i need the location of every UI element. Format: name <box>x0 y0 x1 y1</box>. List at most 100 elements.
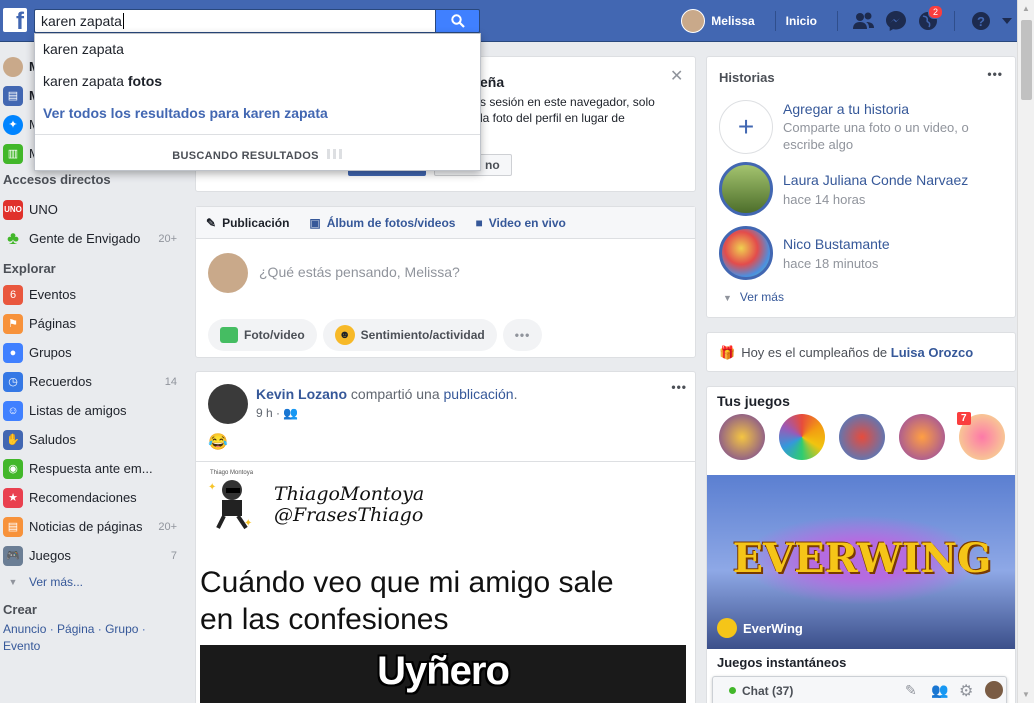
add-story-text: Agregar a tu historia Comparte una foto … <box>783 101 988 153</box>
game-icon[interactable] <box>899 414 945 460</box>
notice-body: s sesión en este navegador, solo la foto… <box>480 94 655 126</box>
story-time: hace 18 minutos <box>783 255 879 271</box>
sidebar-item-poke[interactable]: ✋ Saludos <box>0 425 185 454</box>
shortcut-uno[interactable]: UNO UNO <box>0 195 185 224</box>
sidebar-item-label: Respuesta ante em... <box>29 461 153 476</box>
composer-input[interactable]: ¿Qué estás pensando, Melissa? <box>259 264 460 280</box>
profile-avatar[interactable] <box>681 9 706 33</box>
stories-options-icon[interactable]: ••• <box>987 67 1003 81</box>
sidebar-item-games[interactable]: 🎮 Juegos 7 <box>0 541 185 570</box>
facebook-logo-icon[interactable]: f <box>3 8 27 32</box>
page-feed-icon: ▤ <box>3 516 23 537</box>
sidebar-item-page-feed[interactable]: ▤ Noticias de páginas 20+ <box>0 512 185 541</box>
svg-text:✦: ✦ <box>208 482 216 493</box>
everwing-banner[interactable]: EVERWING EverWing <box>707 475 1015 649</box>
post-author-avatar[interactable] <box>208 384 248 424</box>
chevron-down-icon: ▼ <box>723 293 732 303</box>
sidebar-item-groups[interactable]: ● Grupos <box>0 338 185 367</box>
game-icon[interactable] <box>779 414 825 460</box>
games-icons-row: 7 <box>719 412 1015 463</box>
search-input[interactable]: karen zapata <box>34 9 436 33</box>
story-text: Nico Bustamante hace 18 minutos <box>783 236 890 271</box>
birthday-name-link[interactable]: Luisa Orozco <box>891 345 973 360</box>
photo-icon <box>220 327 238 343</box>
chevron-down-icon: ▼ <box>8 577 18 587</box>
game-icon[interactable] <box>839 414 885 460</box>
feeling-activity-button[interactable]: ☻ Sentimiento/actividad <box>322 319 497 351</box>
post-author-link[interactable]: Kevin Lozano <box>256 386 347 402</box>
everwing-name: EverWing <box>743 620 803 636</box>
profile-avatar <box>3 56 23 77</box>
shortcut-gente-de-envigado[interactable]: ♣ Gente de Envigado 20+ <box>0 224 185 253</box>
stories-see-more[interactable]: ▼ Ver más <box>723 290 784 304</box>
compose-icon[interactable]: ✎ <box>905 682 917 699</box>
game-icon[interactable] <box>719 414 765 460</box>
create-page-link[interactable]: Página <box>57 622 94 636</box>
divider <box>837 11 838 31</box>
create-ad-link[interactable]: Anuncio <box>3 622 46 636</box>
tab-post[interactable]: ✎ Publicación <box>206 216 289 230</box>
close-icon[interactable]: ✕ <box>670 66 683 86</box>
game-icon[interactable]: 7 <box>957 412 1005 460</box>
searching-status: BUSCANDO RESULTADOS <box>35 134 480 162</box>
add-to-story[interactable]: + Agregar a tu historia Comparte una fot… <box>719 95 988 159</box>
help-icon[interactable]: ? <box>968 8 994 34</box>
meme-image[interactable]: ✦ ✦ Thiago Montoya ThiagoMontoya @FrasesT… <box>196 462 695 703</box>
sidebar-item-memories[interactable]: ◷ Recuerdos 14 <box>0 367 185 396</box>
cartoon-character-icon: ✦ ✦ <box>206 476 254 534</box>
sidebar-item-crisis-response[interactable]: ◉ Respuesta ante em... <box>0 454 185 483</box>
chat-contact-avatar[interactable] <box>985 681 1003 699</box>
gear-icon[interactable]: ⚙ <box>959 681 973 701</box>
post-options-icon[interactable]: ••• <box>671 380 687 394</box>
sidebar-item-label: Recomendaciones <box>29 490 137 505</box>
sidebar-item-recommendations[interactable]: ★ Recomendaciones <box>0 483 185 512</box>
photo-video-button[interactable]: Foto/video <box>208 319 317 351</box>
story-item[interactable]: Nico Bustamante hace 18 minutos <box>719 221 890 285</box>
tab-photo-album[interactable]: ▣ Álbum de fotos/videos <box>309 216 455 230</box>
story-name: Nico Bustamante <box>783 235 890 252</box>
sidebar-item-flag[interactable]: ⚑ Páginas <box>0 309 185 338</box>
composer-actions: Foto/video ☻ Sentimiento/actividad ••• <box>208 319 548 351</box>
sidebar-item-friend-lists[interactable]: ☺ Listas de amigos <box>0 396 185 425</box>
chat-bar[interactable]: Chat (37) ✎ 👥 ⚙ <box>712 676 1007 703</box>
search-button[interactable] <box>435 9 480 33</box>
instant-games-title: Juegos instantáneos <box>717 655 847 670</box>
suggestion-bold-text: fotos <box>127 73 163 89</box>
calendar-icon: 6 <box>3 284 23 305</box>
page-scrollbar[interactable]: ▲ ▼ <box>1017 0 1034 703</box>
sidebar-item-calendar[interactable]: 6 Eventos <box>0 280 185 309</box>
messenger-icon[interactable] <box>883 8 909 34</box>
post-timestamp[interactable]: 9 h <box>256 406 273 420</box>
sidebar-item-label: Juegos <box>29 548 71 563</box>
suggestion-item[interactable]: karen zapata fotos <box>35 66 480 98</box>
scrollbar-thumb[interactable] <box>1021 20 1032 100</box>
friend-requests-icon[interactable] <box>851 8 877 34</box>
account-menu-chevron-icon[interactable] <box>1000 8 1014 34</box>
notifications-globe-icon[interactable]: 2 <box>915 5 943 34</box>
see-more-label: Ver más... <box>29 575 84 589</box>
scroll-up-icon[interactable]: ▲ <box>1022 4 1030 13</box>
scroll-down-icon[interactable]: ▼ <box>1022 690 1030 699</box>
sidebar-item-label: Grupos <box>29 345 72 360</box>
notice-title: eña <box>480 74 505 90</box>
home-link[interactable]: Inicio <box>786 14 817 28</box>
post-shared-link[interactable]: publicación <box>444 386 514 402</box>
create-group-link[interactable]: Grupo <box>105 622 138 636</box>
create-group-icon[interactable]: 👥 <box>931 682 948 699</box>
profile-link[interactable]: Melissa <box>711 14 754 28</box>
meme-caption-line: Cuándo veo que mi amigo sale <box>200 566 614 599</box>
suggestion-item[interactable]: karen zapata <box>35 34 480 66</box>
see-more-label: Ver más <box>739 290 784 304</box>
story-item[interactable]: Laura Juliana Conde Narvaez hace 14 horas <box>719 157 968 221</box>
everwing-label: EverWing <box>717 618 803 638</box>
story-text: Laura Juliana Conde Narvaez hace 14 horas <box>783 172 968 207</box>
see-all-results-link[interactable]: Ver todos los resultados para karen zapa… <box>35 98 480 130</box>
everwing-icon <box>717 618 737 638</box>
create-event-link[interactable]: Evento <box>3 639 40 653</box>
loading-indicator-icon <box>326 149 343 159</box>
more-options-button[interactable]: ••• <box>502 319 543 351</box>
suggestion-text: karen zapata <box>43 41 124 57</box>
see-more-link[interactable]: ▼ Ver más... <box>0 570 185 594</box>
gift-icon: 🎁 <box>719 345 736 360</box>
tab-live-video[interactable]: ■ Video en vivo <box>475 216 565 230</box>
